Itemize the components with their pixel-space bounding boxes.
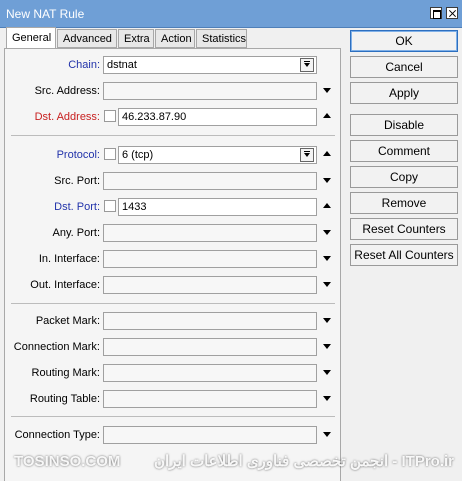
- watermark-left-text: TOSINSO.COM: [14, 453, 121, 470]
- src-port-expand-icon[interactable]: [323, 178, 331, 183]
- watermark: TOSINSO.COM ITPro.ir - انجمن تخصصی فناور…: [0, 450, 462, 475]
- chain-dropdown-icon[interactable]: [300, 58, 314, 72]
- connection-type-label: Connection Type:: [14, 429, 100, 441]
- any-port-field[interactable]: [103, 224, 317, 242]
- dst-address-row: Dst. Address: 46.233.87.90: [5, 106, 345, 128]
- src-port-field[interactable]: [103, 172, 317, 190]
- reset-all-counters-button[interactable]: Reset All Counters: [350, 244, 458, 266]
- tab-action[interactable]: Action: [155, 29, 195, 48]
- connection-mark-row: Connection Mark:: [5, 336, 345, 358]
- dst-address-collapse-icon[interactable]: [323, 113, 331, 118]
- routing-table-expand-icon[interactable]: [323, 396, 331, 401]
- chain-value: dstnat: [107, 59, 137, 71]
- dst-address-field[interactable]: 46.233.87.90: [118, 108, 317, 126]
- out-interface-label: Out. Interface:: [30, 279, 100, 291]
- general-panel: Chain: dstnat Src. Address: Dst. Address…: [4, 48, 341, 481]
- src-port-label: Src. Port:: [54, 175, 100, 187]
- separator: [11, 416, 335, 417]
- src-address-label: Src. Address:: [34, 85, 100, 97]
- routing-mark-expand-icon[interactable]: [323, 370, 331, 375]
- maximize-icon[interactable]: [430, 7, 442, 19]
- in-interface-row: In. Interface:: [5, 248, 345, 270]
- separator: [11, 303, 335, 304]
- tab-general[interactable]: General: [6, 27, 56, 49]
- apply-button[interactable]: Apply: [350, 82, 458, 104]
- disable-button[interactable]: Disable: [350, 114, 458, 136]
- out-interface-row: Out. Interface:: [5, 274, 345, 296]
- routing-mark-field[interactable]: [103, 364, 317, 382]
- watermark-right-text: ITPro.ir - انجمن تخصصی فناوری اطلاعات ای…: [153, 453, 454, 470]
- dst-port-field[interactable]: 1433: [118, 198, 317, 216]
- dst-port-negate-checkbox[interactable]: [104, 200, 116, 212]
- remove-button[interactable]: Remove: [350, 192, 458, 214]
- dst-port-label: Dst. Port:: [54, 201, 100, 213]
- close-icon[interactable]: [446, 7, 458, 19]
- protocol-collapse-icon[interactable]: [323, 151, 331, 156]
- tab-advanced[interactable]: Advanced: [57, 29, 117, 48]
- chain-select[interactable]: dstnat: [103, 56, 317, 74]
- reset-counters-button[interactable]: Reset Counters: [350, 218, 458, 240]
- connection-type-expand-icon[interactable]: [323, 432, 331, 437]
- in-interface-expand-icon[interactable]: [323, 256, 331, 261]
- packet-mark-label: Packet Mark:: [35, 315, 100, 327]
- window-title: New NAT Rule: [6, 7, 85, 21]
- src-address-row: Src. Address:: [5, 80, 345, 102]
- protocol-dropdown-icon[interactable]: [300, 148, 314, 162]
- packet-mark-expand-icon[interactable]: [323, 318, 331, 323]
- protocol-select[interactable]: 6 (tcp): [118, 146, 317, 164]
- src-address-field[interactable]: [103, 82, 317, 100]
- comment-button[interactable]: Comment: [350, 140, 458, 162]
- routing-table-label: Routing Table:: [29, 393, 100, 405]
- routing-table-field[interactable]: [103, 390, 317, 408]
- any-port-label: Any. Port:: [52, 227, 100, 239]
- routing-table-row: Routing Table:: [5, 388, 345, 410]
- in-interface-label: In. Interface:: [38, 253, 100, 265]
- tab-extra[interactable]: Extra: [118, 29, 154, 48]
- separator: [11, 135, 335, 136]
- in-interface-field[interactable]: [103, 250, 317, 268]
- packet-mark-field[interactable]: [103, 312, 317, 330]
- protocol-row: Protocol: 6 (tcp): [5, 144, 345, 166]
- connection-type-row: Connection Type:: [5, 424, 345, 446]
- out-interface-field[interactable]: [103, 276, 317, 294]
- any-port-row: Any. Port:: [5, 222, 345, 244]
- dst-address-negate-checkbox[interactable]: [104, 110, 116, 122]
- chain-label: Chain:: [68, 59, 100, 71]
- src-port-row: Src. Port:: [5, 170, 345, 192]
- connection-mark-field[interactable]: [103, 338, 317, 356]
- connection-mark-expand-icon[interactable]: [323, 344, 331, 349]
- dst-port-row: Dst. Port: 1433: [5, 196, 345, 218]
- connection-type-field[interactable]: [103, 426, 317, 444]
- dst-port-value: 1433: [122, 201, 147, 213]
- routing-mark-label: Routing Mark:: [31, 367, 100, 379]
- dst-address-value: 46.233.87.90: [122, 111, 187, 123]
- out-interface-expand-icon[interactable]: [323, 282, 331, 287]
- copy-button[interactable]: Copy: [350, 166, 458, 188]
- src-address-expand-icon[interactable]: [323, 88, 331, 93]
- protocol-value: 6 (tcp): [122, 149, 154, 161]
- any-port-expand-icon[interactable]: [323, 230, 331, 235]
- connection-mark-label: Connection Mark:: [13, 341, 100, 353]
- protocol-negate-checkbox[interactable]: [104, 148, 116, 160]
- chain-row: Chain: dstnat: [5, 54, 345, 76]
- protocol-label: Protocol:: [56, 149, 100, 161]
- routing-mark-row: Routing Mark:: [5, 362, 345, 384]
- dst-address-label: Dst. Address:: [34, 111, 100, 123]
- cancel-button[interactable]: Cancel: [350, 56, 458, 78]
- tab-statistics[interactable]: Statistics: [196, 29, 247, 48]
- packet-mark-row: Packet Mark:: [5, 310, 345, 332]
- ok-button[interactable]: OK: [350, 30, 458, 52]
- dst-port-collapse-icon[interactable]: [323, 203, 331, 208]
- window-titlebar[interactable]: New NAT Rule: [0, 0, 462, 28]
